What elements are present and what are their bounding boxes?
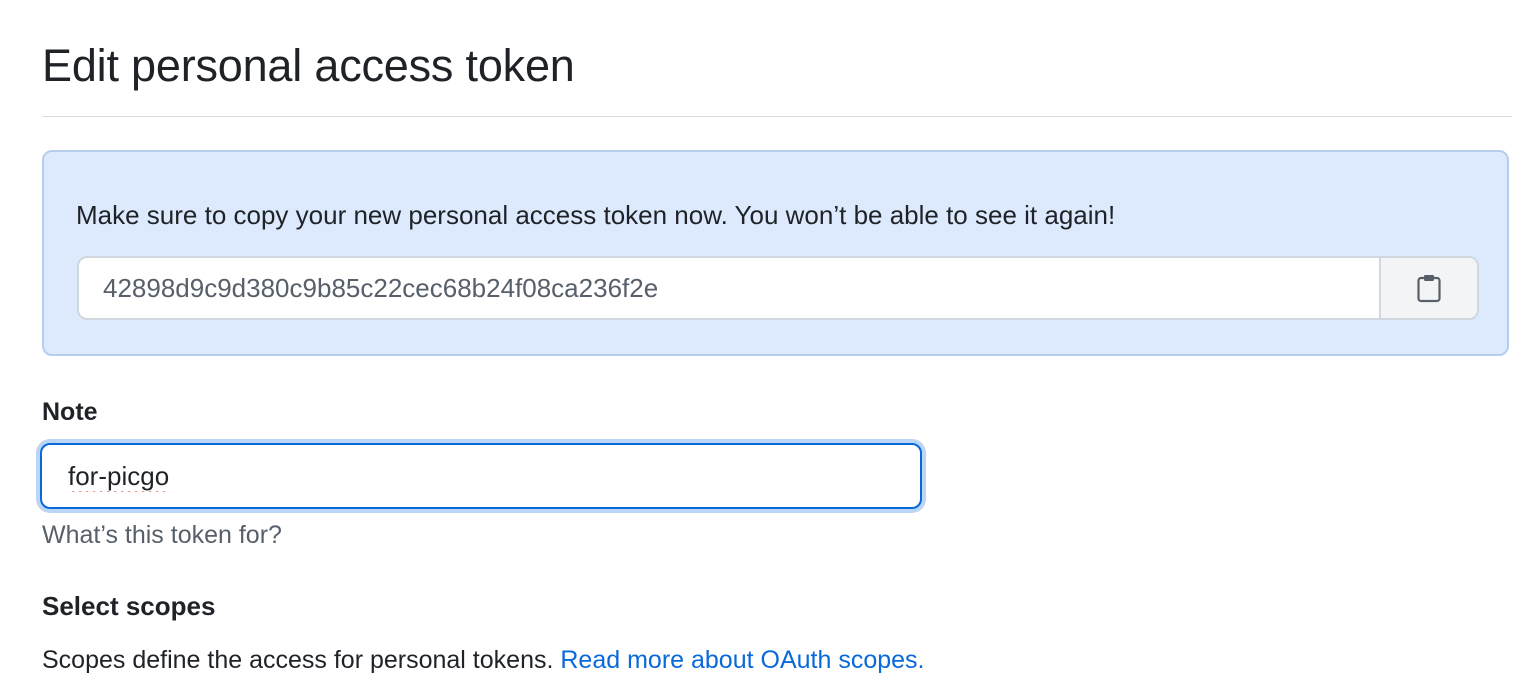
scopes-description-text: Scopes define the access for personal to…: [42, 646, 554, 674]
note-label: Note: [42, 398, 98, 426]
title-divider: [42, 116, 1512, 117]
scopes-description: Scopes define the access for personal to…: [42, 643, 924, 677]
note-input[interactable]: [42, 445, 920, 507]
note-input-wrapper: [40, 443, 922, 509]
edit-token-page: Edit personal access token Make sure to …: [0, 0, 1536, 688]
token-copy-group: [77, 256, 1479, 320]
clipboard-icon: [1417, 275, 1441, 303]
token-flash-notice: Make sure to copy your new personal acce…: [42, 150, 1509, 356]
note-hint: What’s this token for?: [42, 521, 282, 549]
page-title: Edit personal access token: [42, 40, 575, 91]
token-value-field[interactable]: [79, 258, 1379, 318]
oauth-scopes-link[interactable]: Read more about OAuth scopes.: [560, 646, 924, 674]
flash-message: Make sure to copy your new personal acce…: [76, 200, 1116, 230]
select-scopes-heading: Select scopes: [42, 591, 216, 621]
copy-token-button[interactable]: [1379, 258, 1477, 318]
